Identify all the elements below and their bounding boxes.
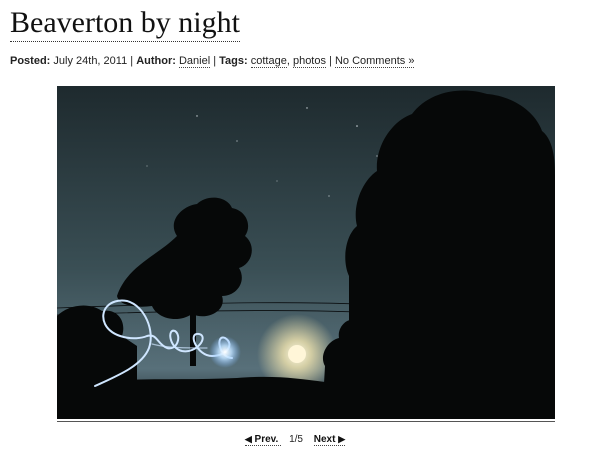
prev-label: Prev. xyxy=(254,434,279,445)
post: Beaverton by night Posted: July 24th, 20… xyxy=(0,0,590,461)
tags-label: Tags: xyxy=(219,55,248,67)
meta-separator: | xyxy=(329,55,332,67)
author-label: Author: xyxy=(136,55,176,67)
prev-button[interactable]: ◀ Prev. xyxy=(244,434,282,446)
triangle-right-icon: ▶ xyxy=(338,434,346,444)
author-link[interactable]: Daniel xyxy=(178,55,211,68)
next-button[interactable]: Next ▶ xyxy=(313,434,346,446)
post-photo[interactable] xyxy=(57,86,555,419)
moon xyxy=(288,345,306,363)
tag-separator: , xyxy=(286,55,290,67)
meta-separator: | xyxy=(130,55,134,67)
comments-link[interactable]: No Comments » xyxy=(334,55,415,68)
tag-link-cottage[interactable]: cottage xyxy=(250,55,287,68)
tag-link-photos[interactable]: photos xyxy=(292,55,326,68)
next-label: Next xyxy=(313,434,336,445)
night-photo-image xyxy=(57,86,555,419)
gallery-pager: ◀ Prev. 1/5 Next ▶ xyxy=(0,433,590,446)
post-date: July 24th, 2011 xyxy=(53,55,128,67)
photo-divider xyxy=(57,421,555,422)
posted-label: Posted: xyxy=(10,55,51,67)
flashlight-glow xyxy=(209,336,241,368)
page-count: 1/5 xyxy=(289,434,303,445)
triangle-left-icon: ◀ xyxy=(244,434,252,444)
post-meta: Posted: July 24th, 2011 | Author: Daniel… xyxy=(10,54,415,68)
post-title[interactable]: Beaverton by night xyxy=(10,6,240,42)
meta-separator: | xyxy=(213,55,217,67)
